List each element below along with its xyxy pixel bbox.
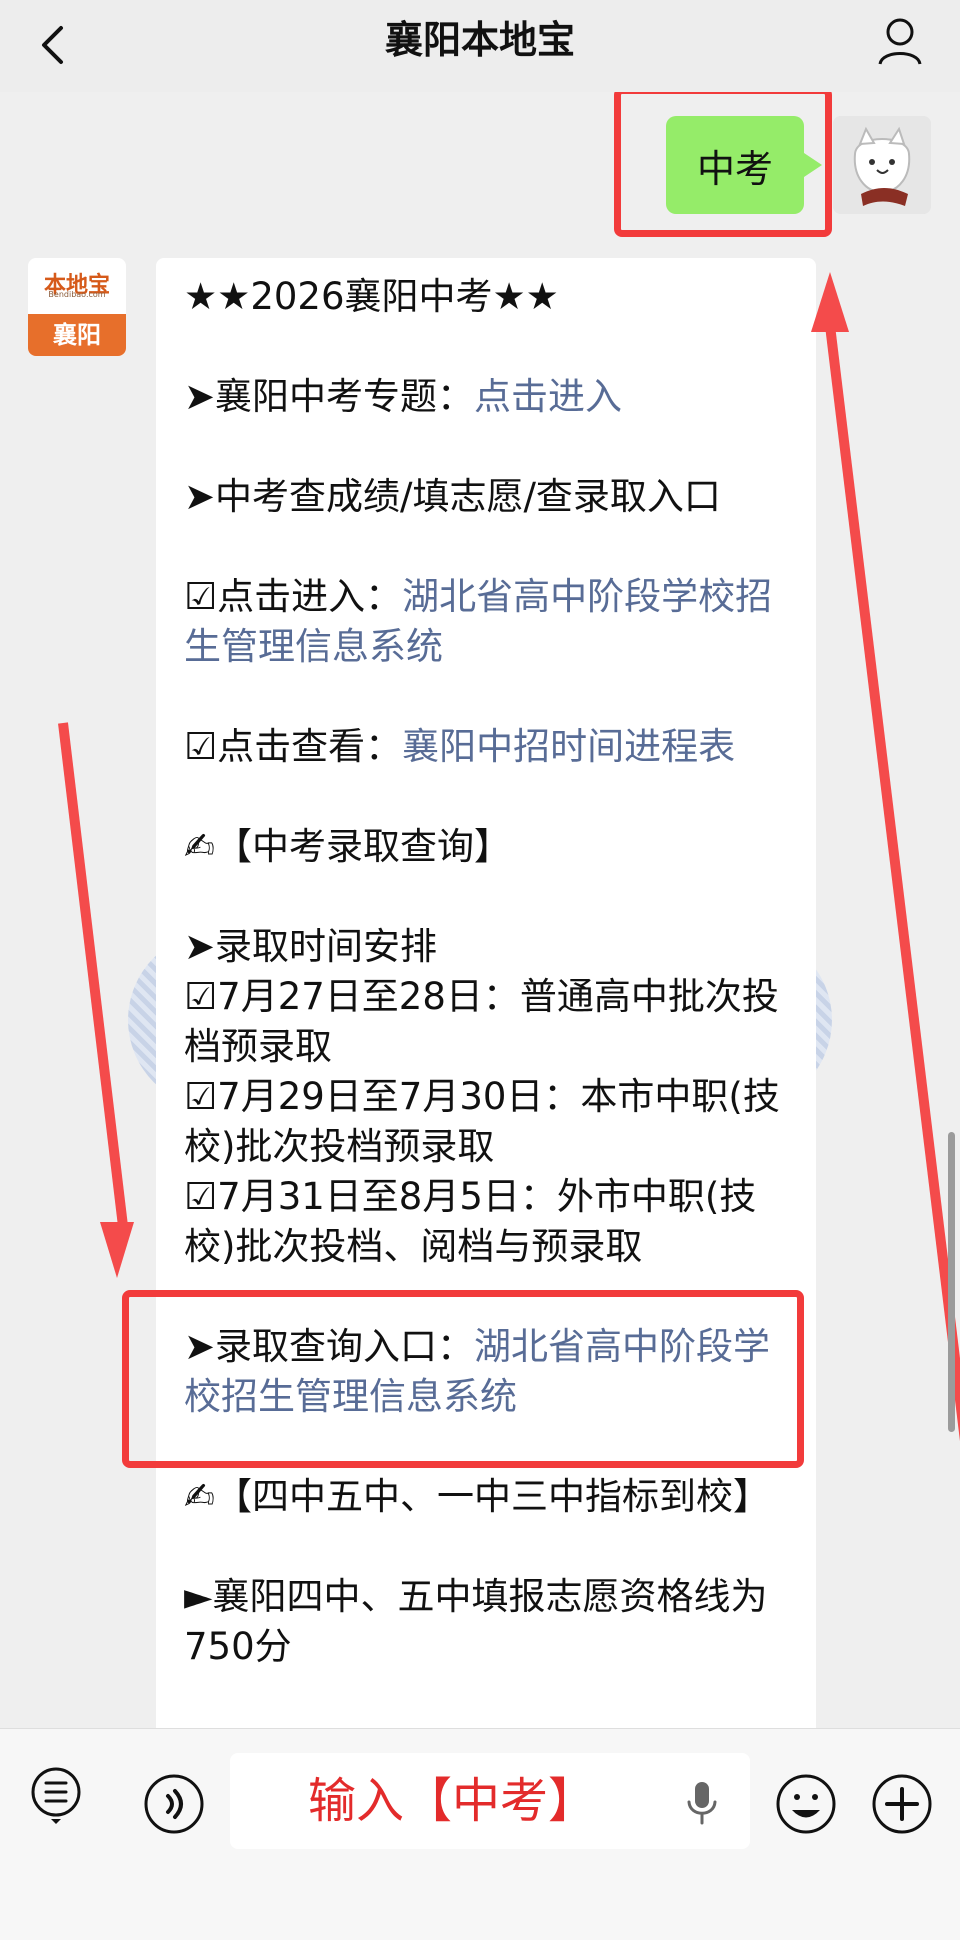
message-input[interactable]: 输入【中考】 [230, 1753, 750, 1849]
user-avatar[interactable] [833, 116, 931, 214]
mic-icon[interactable] [682, 1779, 722, 1825]
chat-scrollbar[interactable] [948, 1132, 955, 1432]
schedule-item-3: ☑7月31日至8月5日：外市中职(技校)批次投档、阅档与预录取 [184, 1175, 757, 1268]
avatar-logo-text: 本地宝 [43, 273, 110, 298]
schedule-item-1: ☑7月27日至28日：普通高中批次投档预录取 [184, 975, 779, 1068]
quota-heading: ✍【四中五中、一中三中指标到校】 [184, 1475, 771, 1518]
system-entry-label: ☑点击进入： [184, 575, 403, 618]
chat-header: 襄阳本地宝 [0, 0, 960, 92]
input-toolbar: 输入【中考】 [0, 1728, 960, 1940]
menu-list-icon[interactable] [28, 1764, 84, 1828]
exam-entry-heading: ➤中考查成绩/填志愿/查录取入口 [184, 475, 721, 518]
emoji-icon[interactable] [774, 1772, 838, 1836]
profile-icon[interactable] [872, 14, 928, 70]
schedule-link[interactable]: 襄阳中招时间进程表 [402, 725, 735, 768]
right-arrow-line [823, 308, 960, 1728]
message-title: ★★2026襄阳中考★★ [184, 275, 559, 318]
left-arrow-line [58, 722, 129, 1232]
qualification-line: ►襄阳四中、五中填报志愿资格线为750分 [184, 1575, 768, 1668]
chat-title: 襄阳本地宝 [384, 18, 575, 62]
schedule-label: ☑点击查看： [184, 725, 403, 768]
chat-area[interactable]: 中考 本地宝 Bendibao.com 襄阳 ★★2026襄阳中考★★ ➤襄阳中… [0, 92, 960, 1728]
plus-icon[interactable] [870, 1772, 934, 1836]
left-arrow-head [100, 1222, 134, 1278]
avatar-logo-city: 襄阳 [28, 314, 126, 356]
cat-avatar-icon [833, 116, 931, 214]
right-arrow-head [811, 272, 849, 332]
schedule-item-2: ☑7月29日至7月30日：本市中职(技校)批次投档预录取 [184, 1075, 780, 1168]
voice-icon[interactable] [142, 1772, 206, 1836]
input-placeholder: 输入【中考】 [308, 1773, 597, 1829]
topic-link[interactable]: 点击进入 [474, 375, 622, 418]
admission-schedule-heading: ➤录取时间安排 [184, 925, 438, 968]
avatar-logo-url: Bendibao.com [48, 290, 106, 299]
bot-avatar[interactable]: 本地宝 Bendibao.com 襄阳 [28, 258, 126, 356]
topic-label: ➤襄阳中考专题： [184, 375, 475, 418]
user-message-highlight [614, 92, 832, 237]
admission-query-heading: ✍【中考录取查询】 [184, 825, 512, 868]
query-entry-highlight [122, 1290, 804, 1468]
